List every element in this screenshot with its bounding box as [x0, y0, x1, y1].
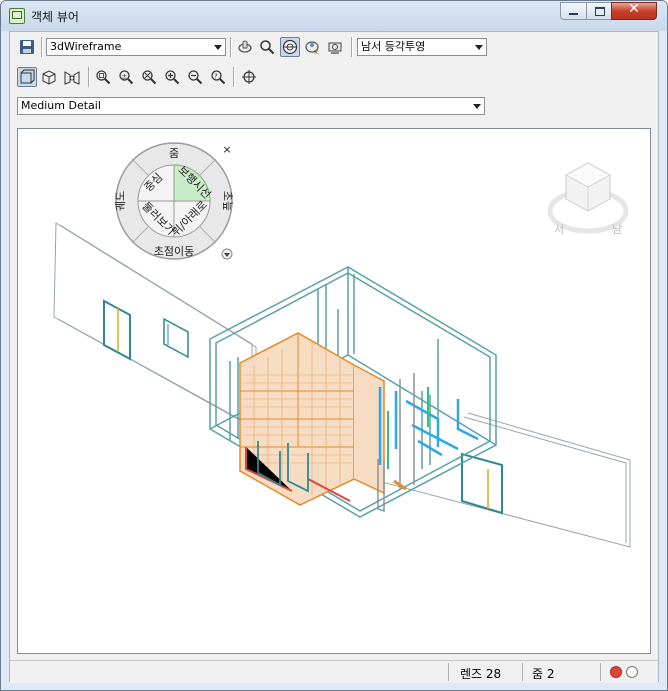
view-box-icon: [20, 69, 35, 84]
status-divider: [522, 663, 523, 681]
zoom-window-button[interactable]: [93, 67, 113, 87]
toolbar-separator: [41, 37, 43, 57]
save-icon: [20, 40, 34, 54]
title-bar[interactable]: 객체 뷰어 ✕: [1, 1, 667, 31]
view-box-button[interactable]: [17, 67, 37, 87]
zoom-extents-icon: [142, 70, 157, 85]
zoom-window-icon: [96, 70, 111, 85]
status-bar: 렌즈 28 줌 2: [10, 660, 658, 683]
toolbar-separator: [233, 67, 235, 87]
zoom-realtime-icon: ±: [119, 70, 134, 85]
zoom-in-button[interactable]: [162, 67, 182, 87]
visual-style-select[interactable]: 3dWireframe: [46, 38, 226, 56]
client-area: 3dWireframe x 남서 등각투영 ± ? Medium Detail …: [9, 31, 659, 683]
app-icon: [9, 8, 25, 24]
toolbar-separator: [88, 67, 90, 87]
record-indicator[interactable]: [610, 666, 622, 678]
zoom-status: 줌 2: [532, 667, 555, 681]
minimize-button[interactable]: [560, 2, 587, 20]
wheel-pan-label[interactable]: 초점이동: [154, 245, 194, 258]
object-viewer-window: 객체 뷰어 ✕ 3dWireframe x 남서 등각투영 ± ? Medium…: [0, 0, 668, 691]
svg-text:?: ?: [214, 73, 218, 81]
wheel-close-icon[interactable]: ×: [222, 143, 231, 156]
toolbar-row-1: 3dWireframe x 남서 등각투영: [10, 32, 658, 62]
toolbar-row-2: ± ?: [10, 65, 658, 91]
steering-wheel-icon: [282, 39, 298, 55]
zoom-realtime-button[interactable]: ±: [116, 67, 136, 87]
view-perspective-button[interactable]: [62, 67, 82, 87]
window-title: 객체 뷰어: [31, 10, 79, 24]
close-button[interactable]: ✕: [611, 1, 657, 20]
svg-text:x: x: [314, 48, 318, 55]
wheel-orbit-label[interactable]: 궤도: [114, 191, 127, 211]
view-cube-south-label[interactable]: 남: [612, 223, 622, 236]
camera-icon: [328, 42, 342, 54]
crosshair-icon: [242, 70, 256, 84]
perspective-icon: [64, 71, 80, 85]
lens-status: 렌즈 28: [460, 667, 502, 681]
center-view-button[interactable]: [239, 67, 259, 87]
zoom-extents-button[interactable]: [139, 67, 159, 87]
toolbar-separator: [351, 37, 353, 57]
toolbar-separator: [230, 37, 232, 57]
camera-button[interactable]: [325, 37, 345, 57]
stop-indicator[interactable]: [626, 666, 638, 678]
orbit-reset-icon: x: [305, 41, 319, 55]
steering-wheel-button[interactable]: [280, 37, 300, 57]
status-divider: [448, 663, 449, 681]
orbit-reset-button[interactable]: x: [303, 37, 323, 57]
maximize-button[interactable]: [586, 2, 612, 20]
view-cube-west-label[interactable]: 서: [554, 223, 564, 236]
orbit-hand-icon: [238, 40, 252, 53]
svg-text:±: ±: [122, 73, 128, 81]
magnifier-icon: [260, 40, 275, 55]
zoom-previous-button[interactable]: ?: [208, 67, 228, 87]
detail-level-value: Medium Detail: [21, 99, 101, 112]
detail-level-select[interactable]: Medium Detail: [17, 97, 485, 115]
view-direction-value: 남서 등각투영: [361, 40, 426, 53]
status-divider: [600, 663, 601, 681]
wheel-zoom-label[interactable]: 줌: [169, 147, 179, 160]
save-button[interactable]: [17, 37, 37, 57]
orbit-tool-button[interactable]: [235, 37, 255, 57]
steering-wheel-widget[interactable]: 줌 초점이동 궤도 초늪 중심 보행시선 둘러보기 위/아래로 ×: [114, 141, 244, 267]
view-cube-button[interactable]: [39, 67, 59, 87]
chevron-down-icon: [214, 45, 222, 50]
view-direction-select[interactable]: 남서 등각투영: [357, 38, 487, 56]
chevron-down-icon: [475, 45, 483, 50]
zoom-in-icon: [165, 70, 180, 85]
close-icon: ✕: [628, 1, 640, 17]
cube-icon: [42, 70, 56, 85]
zoom-out-button[interactable]: [185, 67, 205, 87]
visual-style-value: 3dWireframe: [50, 40, 122, 53]
chevron-down-icon: [473, 104, 481, 109]
zoom-out-icon: [188, 70, 203, 85]
3d-viewport[interactable]: 줌 초점이동 궤도 초늪 중심 보행시선 둘러보기 위/아래로 × 서 남: [17, 128, 651, 654]
wheel-rewind-label[interactable]: 초늪: [221, 191, 234, 211]
zoom-button[interactable]: [257, 37, 277, 57]
right-wall: [377, 412, 631, 548]
left-door: [103, 299, 189, 361]
view-cube[interactable]: 서 남: [540, 153, 636, 243]
zoom-previous-icon: ?: [211, 70, 226, 85]
